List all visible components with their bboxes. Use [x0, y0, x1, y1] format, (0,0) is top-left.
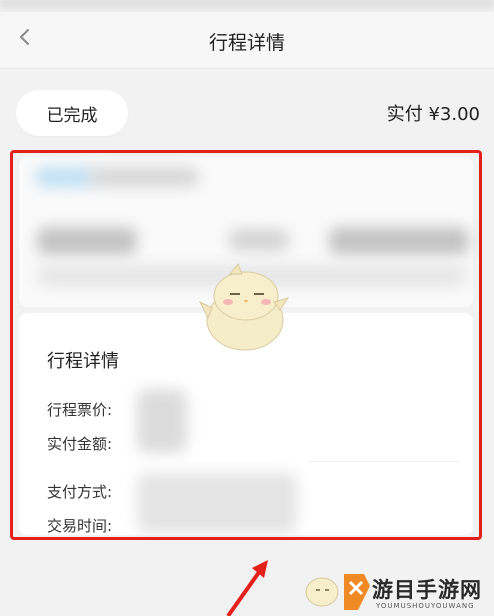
payment-method-label: 支付方式: — [47, 483, 113, 501]
blurred-middle — [229, 229, 289, 251]
blurred-route-text — [89, 167, 199, 187]
blurred-route-header — [35, 167, 95, 187]
paid-amount-label: 实付金额: — [47, 435, 113, 453]
blurred-origin — [37, 227, 137, 255]
chick-mascot-icon — [198, 263, 290, 351]
fare-label: 行程票价: — [47, 401, 113, 419]
watermark-subtext: YOUMUSHOUYOUWANG — [376, 602, 475, 610]
page-title: 行程详情 — [208, 32, 285, 54]
detail-section-title: 行程详情 — [47, 351, 119, 372]
top-blurred-strip — [0, 0, 494, 12]
red-pointer-arrow-icon — [226, 560, 268, 616]
transaction-time-label: 交易时间: — [47, 517, 113, 535]
paid-amount-summary: 实付 ¥3.00 — [386, 104, 480, 125]
blurred-fare-values — [137, 389, 187, 453]
blurred-destination — [329, 227, 469, 255]
nav-bar: 行程详情 — [0, 12, 494, 69]
row-divider — [309, 461, 459, 462]
status-badge: 已完成 — [16, 90, 128, 136]
blurred-payment-values — [137, 473, 297, 533]
watermark-text: 游目手游网 — [372, 578, 482, 602]
